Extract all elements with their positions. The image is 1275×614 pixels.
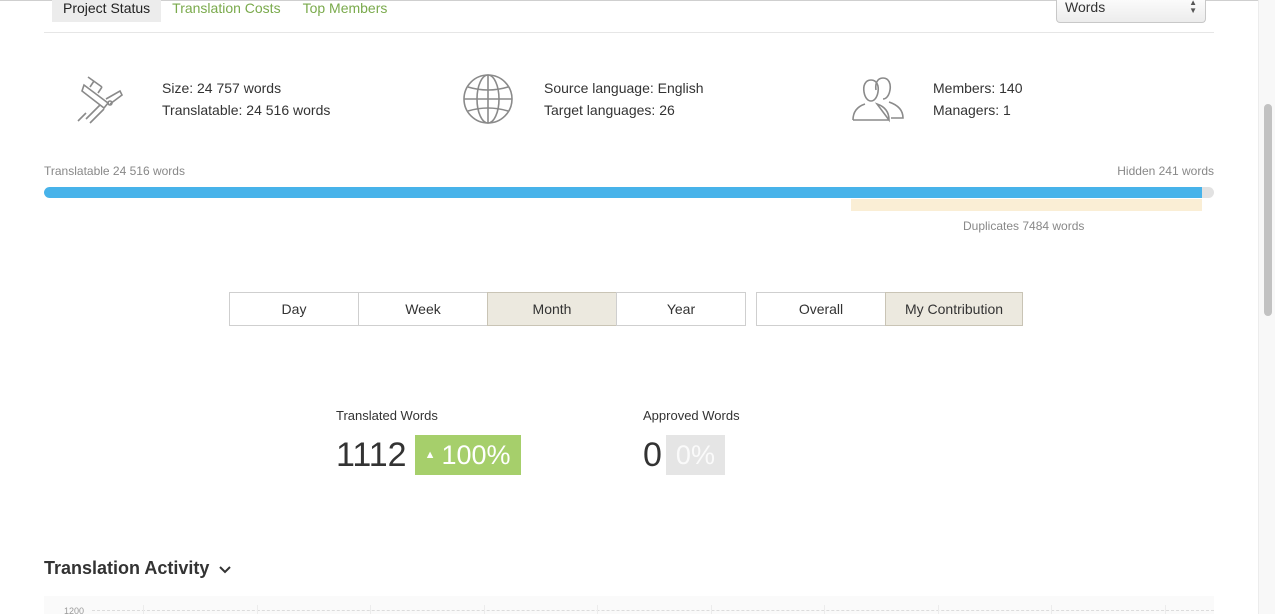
period-day-button[interactable]: Day [229, 292, 359, 326]
translated-words-label: Translated Words [336, 408, 438, 423]
translatable-label: Translatable 24 516 words [44, 164, 185, 178]
tab-translation-costs[interactable]: Translation Costs [161, 0, 291, 22]
scope-selector: Overall My Contribution [756, 292, 1023, 326]
translatable-words: Translatable: 24 516 words [162, 102, 331, 118]
period-selector: Day Week Month Year [229, 292, 746, 326]
chart-gridline [92, 610, 1214, 611]
chart-vertical-gridline [370, 605, 371, 614]
scope-overall-button[interactable]: Overall [756, 292, 886, 326]
activity-chart [44, 596, 1214, 614]
tab-project-status[interactable]: Project Status [52, 0, 162, 22]
select-arrows-icon: ▲ ▼ [1189, 0, 1197, 15]
scope-my-contribution-button[interactable]: My Contribution [885, 292, 1023, 326]
translated-percent-badge: ▲ 100% [414, 435, 521, 475]
approved-percent-badge: 0% [665, 435, 725, 475]
caliper-icon [72, 72, 126, 126]
progress-bar-fill [44, 187, 1203, 198]
y-axis-tick: 1200 [64, 606, 85, 614]
translation-activity-toggle[interactable]: Translation Activity [44, 558, 232, 579]
progress-bar [44, 187, 1214, 198]
approved-percent: 0% [675, 440, 715, 470]
chart-vertical-gridline [257, 605, 258, 614]
languages-stat: Source language: English Target language… [461, 72, 704, 126]
translation-activity-title: Translation Activity [44, 558, 210, 578]
period-month-button[interactable]: Month [487, 292, 617, 326]
approved-words-value: 0 [643, 435, 662, 474]
chart-vertical-gridline [484, 605, 485, 614]
duplicates-bar [851, 199, 1202, 211]
translated-words-value: 1112 [336, 435, 407, 474]
chart-vertical-gridline [1165, 605, 1166, 614]
scrollbar-thumb[interactable] [1264, 104, 1272, 316]
members-stat: Members: 140 Managers: 1 [851, 72, 1022, 126]
duplicates-label: Duplicates 7484 words [963, 219, 1085, 233]
source-language: Source language: English [544, 80, 704, 96]
target-languages: Target languages: 26 [544, 102, 675, 118]
report-tabs: Project Status Translation Costs Top Mem… [52, 0, 398, 22]
size-stat: Size: 24 757 words Translatable: 24 516 … [72, 72, 330, 126]
chart-vertical-gridline [711, 605, 712, 614]
chart-vertical-gridline [938, 605, 939, 614]
translated-percent: 100% [441, 440, 511, 470]
members-count: Members: 140 [933, 80, 1023, 96]
tabs-divider [44, 32, 1214, 33]
period-year-button[interactable]: Year [616, 292, 746, 326]
unit-select-value: Words [1065, 0, 1106, 15]
chevron-down-icon [219, 558, 232, 579]
approved-words-label: Approved Words [643, 408, 740, 423]
chart-vertical-gridline [1051, 605, 1052, 614]
chart-vertical-gridline [597, 605, 598, 614]
chart-vertical-gridline [824, 605, 825, 614]
chart-vertical-gridline [143, 605, 144, 614]
arrow-up-icon: ▲ [424, 449, 436, 461]
period-week-button[interactable]: Week [358, 292, 488, 326]
globe-icon [461, 72, 515, 126]
tab-top-members[interactable]: Top Members [292, 0, 399, 22]
hidden-label: Hidden 241 words [1117, 164, 1214, 178]
approved-words-metric: Approved Words 0 0% [643, 408, 740, 475]
size-words: Size: 24 757 words [162, 80, 282, 96]
page-scrollbar[interactable] [1258, 0, 1275, 614]
users-icon [851, 72, 905, 126]
translated-words-metric: Translated Words 1112 ▲ 100% [336, 408, 521, 475]
unit-select[interactable]: Words ▲ ▼ [1056, 0, 1206, 23]
managers-count: Managers: 1 [933, 102, 1011, 118]
